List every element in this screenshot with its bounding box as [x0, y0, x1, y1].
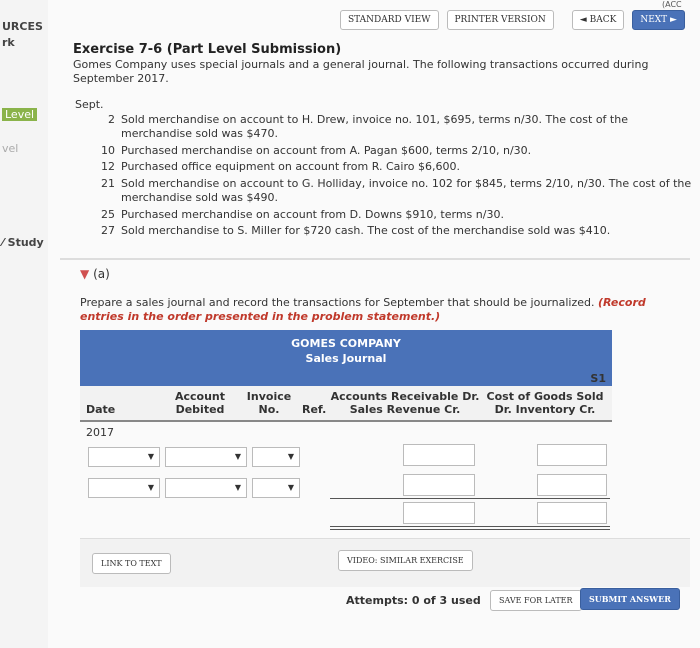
cogs-inventory-total-input[interactable] — [537, 502, 607, 524]
double-rule-bottom — [330, 529, 610, 530]
sidebar-resources[interactable]: URCES — [2, 20, 43, 33]
cogs-inventory-input[interactable] — [537, 474, 607, 496]
attempts-counter: Attempts: 0 of 3 used — [346, 594, 481, 607]
transaction-row: 27 Sold merchandise to S. Miller for $720… — [101, 224, 611, 238]
acc-tab[interactable]: (ACC — [662, 0, 682, 9]
back-button[interactable]: ◄ BACK — [571, 10, 625, 30]
invoice-no-select[interactable] — [252, 478, 300, 498]
journal-year: 2017 — [86, 426, 114, 439]
transaction-row: 10 Purchased merchandise on account from … — [101, 143, 532, 157]
save-for-later-button[interactable]: SAVE FOR LATER — [490, 590, 582, 611]
date-select[interactable] — [88, 447, 160, 467]
cogs-inventory-input[interactable] — [537, 444, 607, 466]
caret-down-icon: ▼ — [80, 267, 90, 281]
standard-view-button[interactable]: STANDARD VIEW — [340, 10, 439, 30]
transaction-row: 12 Purchased office equipment on account … — [101, 160, 460, 174]
month-label: Sept. — [75, 98, 104, 111]
exercise-intro: Gomes Company uses special journals and … — [73, 58, 649, 86]
col-ar-sales: Accounts Receivable Dr. Sales Revenue Cr… — [330, 390, 480, 416]
ar-sales-input[interactable] — [403, 444, 475, 466]
transaction-row: 2 Sold merchandise on account to H. Drew,… — [108, 113, 628, 140]
double-rule-top — [330, 526, 610, 527]
account-debited-select[interactable] — [165, 447, 247, 467]
transaction-items: 2 Sold merchandise on account to H. Drew,… — [75, 113, 695, 241]
journal-column-headers: S1 Date Account Debited Invoice No. Ref.… — [80, 372, 612, 422]
sidebar-level-item[interactable]: vel — [2, 142, 18, 155]
printer-version-button[interactable]: PRINTER VERSION — [446, 10, 554, 30]
total-rule — [330, 498, 610, 499]
date-select[interactable] — [88, 478, 160, 498]
top-toolbar: STANDARD VIEW PRINTER VERSION ◄ BACK NEX… — [340, 10, 685, 30]
col-ref: Ref. — [302, 403, 327, 416]
part-a-instruction: Prepare a sales journal and record the t… — [80, 296, 646, 323]
submit-answer-button[interactable]: SUBMIT ANSWER — [580, 588, 680, 610]
ar-sales-input[interactable] — [403, 474, 475, 496]
part-a-toggle[interactable]: ▼ (a) — [80, 267, 110, 281]
sidebar-work[interactable]: rk — [2, 36, 15, 49]
transaction-row: 21 Sold merchandise on account to G. Holl… — [101, 177, 692, 204]
col-date: Date — [86, 403, 116, 416]
col-account-debited: Account Debited — [174, 390, 226, 416]
journal-header: GOMES COMPANY Sales Journal — [80, 330, 612, 386]
left-sidebar: URCES rk Level vel ⁄ Study — [0, 0, 49, 648]
account-debited-select[interactable] — [165, 478, 247, 498]
ar-sales-total-input[interactable] — [403, 502, 475, 524]
video-similar-exercise-button[interactable]: VIDEO: SIMILAR EXERCISE — [338, 550, 473, 571]
transaction-row: Sept. — [75, 98, 695, 112]
transaction-row: 25 Purchased merchandise on account from … — [101, 207, 504, 221]
col-cogs-inventory: Cost of Goods Sold Dr. Inventory Cr. — [486, 390, 604, 416]
col-invoice-no: Invoice No. — [246, 390, 292, 416]
journal-page-ref: S1 — [590, 372, 606, 385]
sidebar-study[interactable]: ⁄ Study — [2, 236, 44, 249]
exercise-title: Exercise 7-6 (Part Level Submission) — [73, 42, 342, 57]
journal-company: GOMES COMPANY — [291, 337, 401, 350]
sidebar-level-badge[interactable]: Level — [2, 108, 38, 121]
section-divider — [60, 258, 690, 260]
journal-name: Sales Journal — [305, 352, 387, 365]
link-to-text-button[interactable]: LINK TO TEXT — [92, 553, 171, 574]
invoice-no-select[interactable] — [252, 447, 300, 467]
next-button[interactable]: NEXT ► — [632, 10, 685, 30]
